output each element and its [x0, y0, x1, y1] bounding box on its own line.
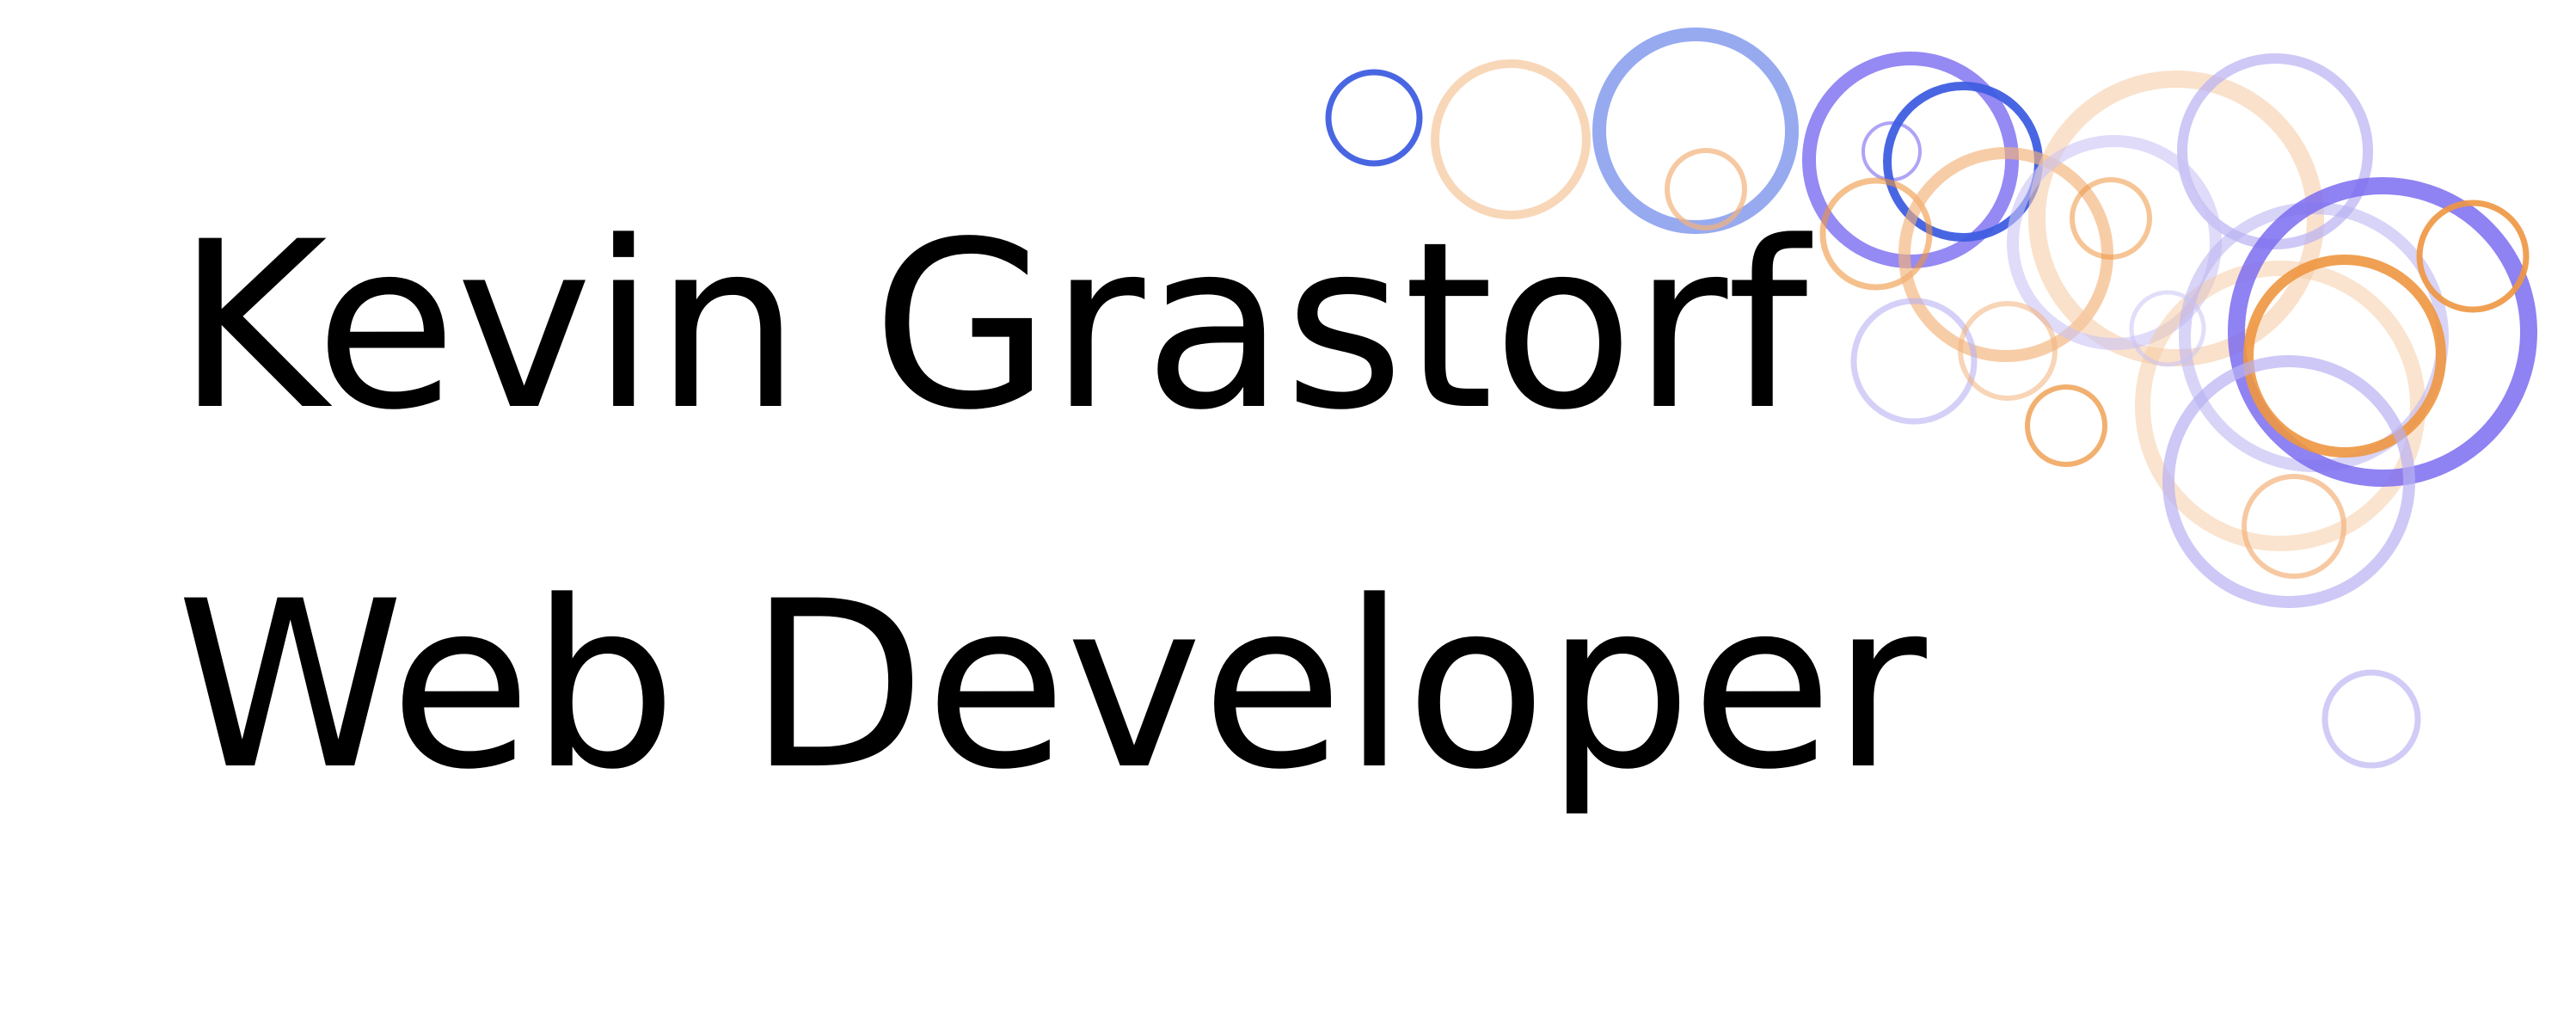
bubble-ring — [2321, 669, 2421, 769]
decorative-bubbles — [1325, 28, 2537, 769]
bubble-ring — [2025, 384, 2107, 467]
hero-banner: Kevin Grastorf Web Developer — [0, 0, 2576, 1026]
bubble-ring — [1850, 298, 1978, 425]
job-title: Web Developer — [176, 552, 1927, 820]
bubble-ring — [1325, 69, 1423, 167]
person-name: Kevin Grastorf — [176, 193, 1808, 461]
